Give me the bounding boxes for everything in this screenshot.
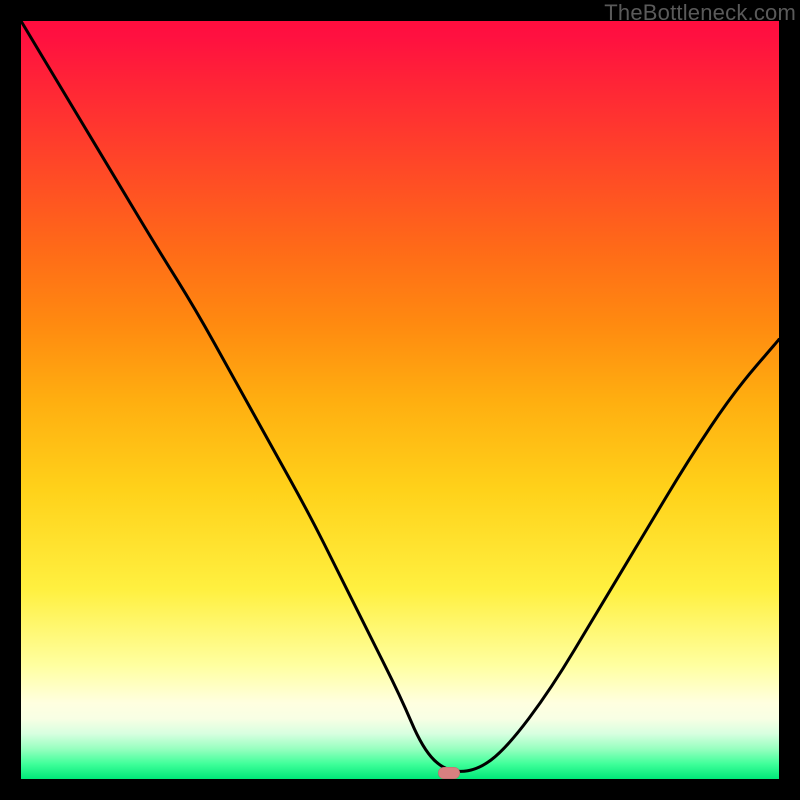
optimal-marker-icon xyxy=(438,767,460,779)
watermark-label: TheBottleneck.com xyxy=(604,0,796,26)
chart-frame: TheBottleneck.com xyxy=(0,0,800,800)
plot-area xyxy=(21,21,779,779)
bottleneck-curve xyxy=(21,21,779,779)
